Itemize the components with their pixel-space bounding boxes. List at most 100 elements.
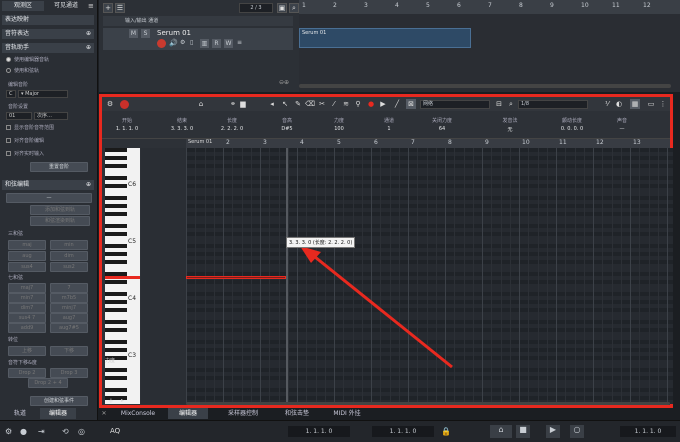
drop3-button[interactable]: Drop 3 [50, 368, 88, 378]
lane-presets-icon[interactable]: ▸ [121, 397, 124, 404]
seventh-minj7-button[interactable]: minj7 [50, 303, 88, 313]
render-chord-button[interactable]: 和弦渲染到轨 [30, 216, 90, 226]
black-key[interactable] [105, 204, 127, 208]
info-articulation-value[interactable]: 无 [495, 126, 525, 133]
mute-button[interactable]: M [129, 29, 138, 38]
folder-icon[interactable]: ▣ [277, 3, 287, 13]
part-end-line[interactable] [286, 148, 288, 404]
reset-scale-button[interactable]: 重置音阶 [30, 162, 88, 172]
seventh-m7b5-button[interactable]: m7b5 [50, 293, 88, 303]
speaker-icon[interactable]: ◂ [267, 99, 277, 109]
black-key[interactable] [105, 224, 127, 228]
add-chord-button[interactable]: 添加和弦到轨 [30, 205, 90, 215]
black-key[interactable] [105, 252, 127, 256]
drop2-button[interactable]: Drop 2 [8, 368, 46, 378]
add-lane-icon[interactable]: + [108, 397, 114, 405]
return-to-zero-button[interactable]: ⌂ [490, 425, 512, 438]
play-tool-icon[interactable]: ▶ [378, 99, 388, 109]
section-chord-assistant[interactable]: 音轨助手 ⊕ [2, 43, 94, 53]
auto-quantize-button[interactable]: AQ [110, 427, 120, 435]
black-key[interactable] [105, 368, 127, 372]
seventh-add9-button[interactable]: add9 [8, 323, 46, 333]
black-key[interactable] [105, 388, 127, 392]
tab-editor-left[interactable]: 编辑器 [40, 408, 76, 419]
seventh-7-button[interactable]: 7 [50, 283, 88, 293]
layout-icon[interactable]: ▦ [630, 99, 640, 109]
settings-icon[interactable]: ⚙ [105, 99, 115, 109]
black-key[interactable] [105, 232, 127, 236]
settings-icon[interactable]: ⚙ [5, 427, 12, 436]
seventh-aug7-button[interactable]: aug7 [50, 313, 88, 323]
punch-icon[interactable]: ⇥ [38, 427, 45, 436]
black-key[interactable] [105, 376, 127, 380]
record-icon[interactable] [120, 100, 129, 109]
triad-dim-button[interactable]: dim [50, 251, 88, 261]
left-locator[interactable]: 1. 1. 1. 0 [288, 426, 350, 437]
triad-aug-button[interactable]: aug [8, 251, 46, 261]
drop24-button[interactable]: Drop 2 + 4 [28, 378, 68, 388]
link-icon[interactable]: ⚭ [228, 99, 238, 109]
triad-maj-button[interactable]: maj [8, 240, 46, 250]
quantize-select[interactable]: 1/8 [518, 100, 588, 109]
erase-icon[interactable]: ⌫ [305, 99, 315, 109]
lock-icon[interactable]: ▯ [190, 39, 193, 46]
info-pitch-value[interactable]: D#5 [272, 126, 302, 132]
black-key[interactable] [105, 156, 127, 160]
seventh-sus47-button[interactable]: sus4 7 [8, 313, 46, 323]
menu-icon[interactable]: ≡ [88, 2, 94, 10]
invert-down-button[interactable]: 下移 [50, 346, 88, 356]
tab-editor[interactable]: 编辑器 [168, 408, 208, 419]
seventh-maj7-button[interactable]: maj7 [8, 283, 46, 293]
grid-icon[interactable]: ⊟ [494, 99, 504, 109]
quantize-icon[interactable]: ⌕ [506, 99, 516, 109]
color-icon[interactable]: ▆ [238, 99, 248, 109]
invert-up-button[interactable]: 上移 [8, 346, 46, 356]
check-snap-edit[interactable]: 对齐音阶编辑 [6, 137, 44, 145]
snap-icon[interactable]: ⊠ [406, 99, 416, 109]
black-key[interactable] [105, 196, 127, 200]
black-key[interactable] [105, 148, 127, 152]
black-key[interactable] [105, 212, 127, 216]
tab-mixconsole[interactable]: MixConsole [116, 408, 160, 419]
solo-button[interactable]: S [141, 29, 150, 38]
tab-midi-plugins[interactable]: MIDI 外挂 [326, 408, 368, 419]
snap-value-select[interactable]: 01 [6, 112, 32, 120]
lanes-icon[interactable]: ≡ [237, 39, 242, 46]
palette-icon[interactable]: ◐ [614, 99, 624, 109]
info-end-value[interactable]: 3. 3. 3. 0 [167, 126, 197, 132]
line-tool-icon[interactable]: ╱ [392, 99, 402, 109]
more-icon[interactable]: ⋮ [658, 99, 668, 109]
window-icon[interactable]: ▭ [646, 99, 656, 109]
tab-chord-pads[interactable]: 和弦击垫 [276, 408, 318, 419]
search-icon[interactable]: ⌕ [289, 3, 299, 13]
radio-chord-track[interactable]: 使用和弦轨 [6, 67, 39, 75]
metronome-icon[interactable]: ◎ [78, 427, 85, 436]
triad-sus4-button[interactable]: sus4 [8, 262, 46, 272]
triad-min-button[interactable]: min [50, 240, 88, 250]
seventh-dim7-button[interactable]: dim7 [8, 303, 46, 313]
grid-type-select[interactable]: 网络 [420, 100, 490, 109]
info-off-velocity-value[interactable]: 64 [427, 126, 457, 132]
right-locator[interactable]: 1. 1. 1. 0 [372, 426, 434, 437]
read-button[interactable]: R [212, 39, 221, 48]
info-velocity-value[interactable]: 100 [324, 126, 354, 132]
black-key[interactable] [105, 308, 127, 312]
check-snap-input[interactable]: 对齐实时输入 [6, 150, 44, 158]
black-key[interactable] [105, 184, 127, 188]
add-track-button[interactable]: + [103, 3, 113, 13]
play-button[interactable]: ▶ [546, 425, 560, 438]
create-chord-event-button[interactable]: 创建和弦事件 [30, 396, 88, 406]
record-button[interactable]: ○ [570, 425, 584, 438]
midi-note[interactable] [186, 276, 286, 279]
edit-instrument-icon[interactable]: ⚙ [180, 39, 185, 46]
tab-sampler-control[interactable]: 采样器控制 [222, 408, 264, 419]
info-channel-value[interactable]: 1 [374, 126, 404, 132]
record-enable-icon[interactable] [157, 39, 166, 48]
seventh-min7-button[interactable]: min7 [8, 293, 46, 303]
folder-track[interactable]: 输入/输出 通道 [103, 16, 293, 26]
black-key[interactable] [105, 244, 127, 248]
black-key[interactable] [105, 176, 127, 180]
snap-mode-select[interactable]: 次序… [34, 112, 68, 120]
info-length-value[interactable]: 2. 2. 2. 0 [217, 126, 247, 132]
stop-button[interactable]: ■ [516, 425, 530, 438]
